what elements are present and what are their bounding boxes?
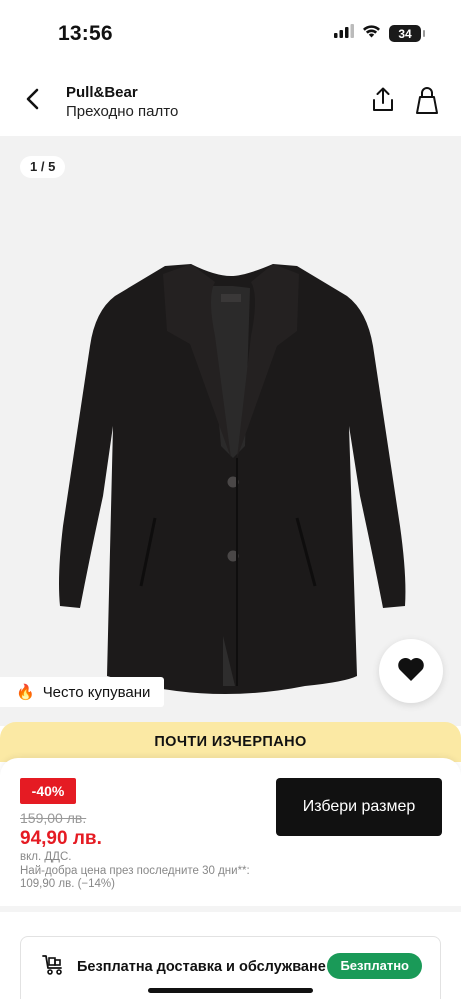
- status-icons: 34: [334, 24, 425, 43]
- wifi-icon: [362, 24, 381, 43]
- discount-badge: -40%: [20, 778, 76, 804]
- battery-icon: 34: [389, 25, 425, 42]
- shopping-bag-icon: [413, 87, 441, 120]
- favorite-button[interactable]: [379, 639, 443, 703]
- delivery-truck-icon: [41, 953, 65, 977]
- signal-icon: [334, 24, 354, 43]
- free-badge: Безплатно: [327, 953, 422, 979]
- product-title: Преходно палто: [66, 103, 179, 120]
- app-header: Pull&Bear Преходно палто: [0, 66, 461, 136]
- section-divider: [0, 906, 461, 912]
- current-price: 94,90 лв.: [20, 828, 102, 849]
- shopping-bag-button[interactable]: [413, 86, 443, 116]
- home-indicator[interactable]: [148, 988, 313, 993]
- low-stock-banner: ПОЧТИ ИЗЧЕРПАНО: [0, 722, 461, 762]
- status-time: 13:56: [58, 22, 113, 45]
- popular-badge: 🔥 Често купувани: [0, 677, 165, 707]
- vat-note: вкл. ДДС.: [20, 851, 72, 863]
- brand-name: Pull&Bear: [66, 84, 138, 101]
- share-icon: [369, 87, 397, 118]
- old-price: 159,00 лв.: [20, 810, 87, 826]
- image-counter: 1 / 5: [20, 156, 66, 178]
- price-card: -40% 159,00 лв. 94,90 лв. вкл. ДДС. Най-…: [0, 758, 461, 908]
- heart-icon: [397, 656, 425, 687]
- back-arrow-icon: [25, 88, 41, 115]
- delivery-label: Безплатна доставка и обслужване: [77, 959, 326, 975]
- status-bar: 13:56 34: [0, 0, 461, 66]
- product-gallery[interactable]: 1 / 5 🔥 Често купувани: [0, 136, 461, 726]
- popular-label: Често купувани: [42, 683, 151, 701]
- back-button[interactable]: [18, 86, 48, 116]
- best-price-note: Най-добра цена през последните 30 дни**:…: [20, 865, 250, 890]
- product-image: [59, 264, 406, 694]
- fire-icon: 🔥: [16, 684, 35, 701]
- select-size-button[interactable]: Избери размер: [276, 778, 442, 836]
- share-button[interactable]: [369, 86, 399, 116]
